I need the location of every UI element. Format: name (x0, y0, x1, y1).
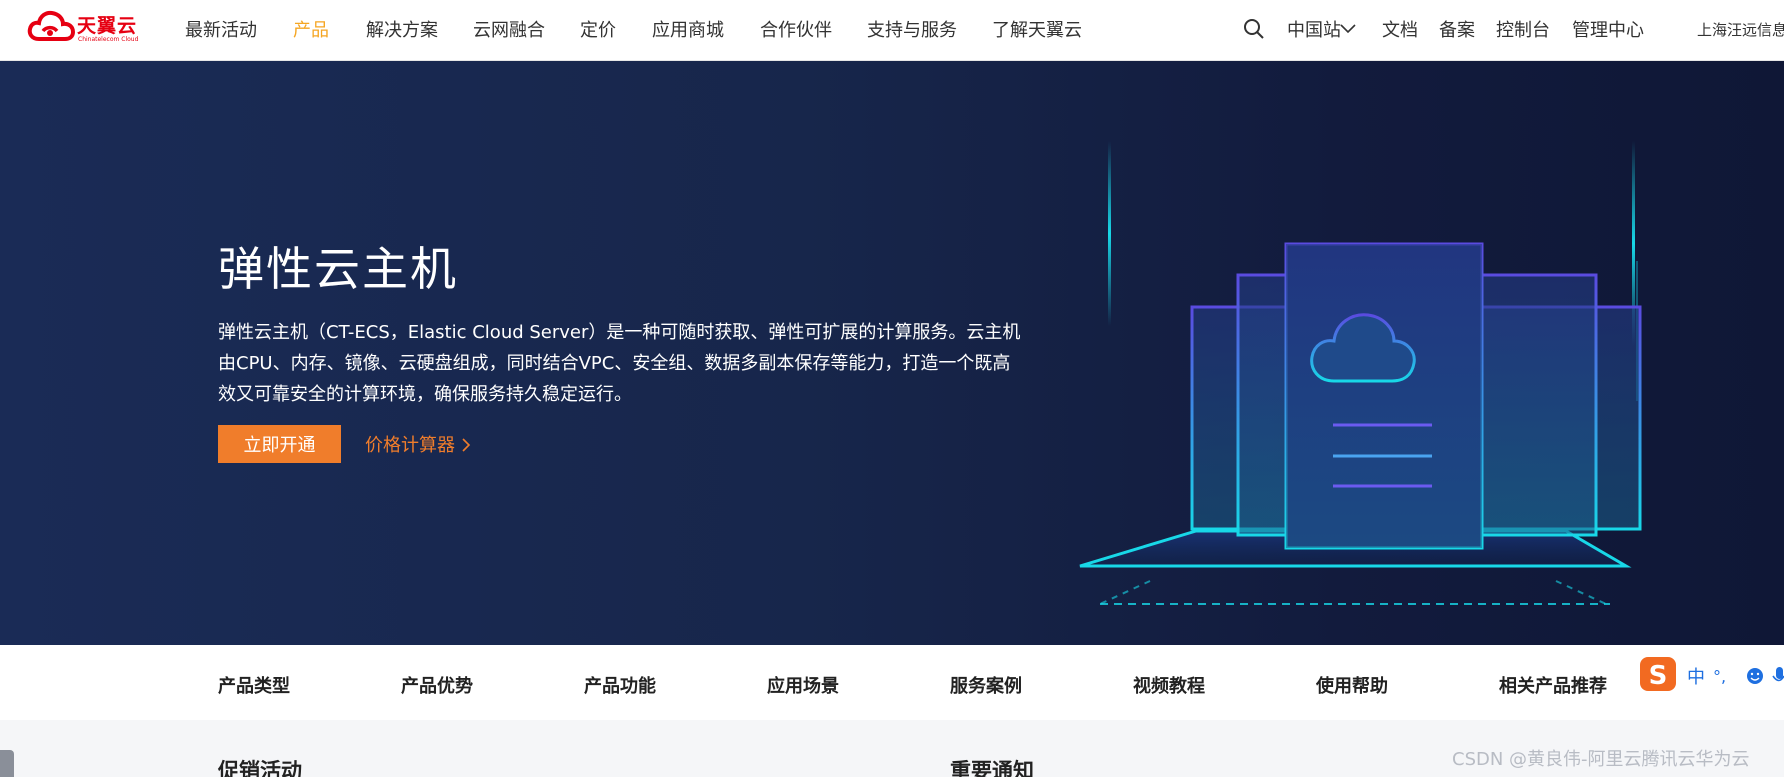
top-navbar: 天翼云 Chinatelecom Cloud 最新活动 产品 解决方案 云网融合… (0, 0, 1784, 61)
nav-item-cloud-network[interactable]: 云网融合 (473, 16, 545, 42)
brand-name: 天翼云 (77, 15, 138, 37)
nav-item-solutions[interactable]: 解决方案 (366, 16, 438, 42)
hero-banner: 弹性云主机 弹性云主机（CT-ECS，Elastic Cloud Server）… (0, 61, 1784, 645)
tab-use-cases[interactable]: 应用场景 (767, 672, 839, 698)
nav-link-filing[interactable]: 备案 (1439, 16, 1475, 42)
user-account-name[interactable]: 上海汪远信息 (1697, 19, 1784, 40)
tab-product-features[interactable]: 产品功能 (584, 672, 656, 698)
watermark-text: CSDN @黄良伟-阿里云腾讯云华为云 (1452, 749, 1750, 770)
activate-now-button[interactable]: 立即开通 (218, 425, 341, 463)
nav-item-support[interactable]: 支持与服务 (867, 16, 957, 42)
server-illustration (1079, 141, 1642, 605)
ime-punct-indicator[interactable]: °, (1713, 667, 1726, 686)
sogou-logo-icon[interactable]: S (1640, 657, 1676, 691)
brand-logo[interactable]: 天翼云 Chinatelecom Cloud (27, 9, 147, 49)
promotions-heading: 促销活动 (218, 759, 302, 777)
chevron-right-icon[interactable] (461, 438, 471, 452)
nav-item-activities[interactable]: 最新活动 (185, 16, 257, 42)
side-handle[interactable] (0, 750, 14, 777)
nav-link-console[interactable]: 控制台 (1496, 16, 1550, 42)
price-calculator-link[interactable]: 价格计算器 (365, 431, 455, 457)
nav-item-pricing[interactable]: 定价 (580, 16, 616, 42)
microphone-icon[interactable] (1772, 667, 1784, 682)
nav-item-products[interactable]: 产品 (293, 16, 329, 42)
svg-text:S: S (1649, 661, 1668, 691)
notices-heading: 重要通知 (950, 759, 1034, 777)
tab-product-types[interactable]: 产品类型 (218, 672, 290, 698)
chevron-down-icon[interactable] (1340, 22, 1356, 34)
nav-link-docs[interactable]: 文档 (1382, 16, 1418, 42)
tab-customer-cases[interactable]: 服务案例 (950, 672, 1022, 698)
station-selector[interactable]: 中国站 (1287, 16, 1341, 42)
ime-toolbar[interactable]: S 中 °, (1638, 655, 1784, 695)
tab-product-advantages[interactable]: 产品优势 (401, 672, 473, 698)
tab-related-products[interactable]: 相关产品推荐 (1499, 672, 1607, 698)
page-title: 弹性云主机 (218, 242, 458, 296)
cloud-logo-icon (27, 10, 75, 41)
tab-video-tutorials[interactable]: 视频教程 (1133, 672, 1205, 698)
nav-item-app-store[interactable]: 应用商城 (652, 16, 724, 42)
nav-item-about[interactable]: 了解天翼云 (992, 16, 1082, 42)
product-description: 弹性云主机（CT-ECS，Elastic Cloud Server）是一种可随时… (218, 322, 1021, 405)
nav-link-admin-center[interactable]: 管理中心 (1572, 16, 1644, 42)
search-icon[interactable] (1243, 18, 1265, 40)
product-subnav: 产品类型 产品优势 产品功能 应用场景 服务案例 视频教程 使用帮助 相关产品推… (0, 645, 1784, 720)
ime-mode-indicator[interactable]: 中 (1687, 667, 1705, 688)
nav-item-partners[interactable]: 合作伙伴 (760, 16, 832, 42)
tab-help[interactable]: 使用帮助 (1316, 672, 1388, 698)
emoji-icon[interactable] (1747, 668, 1763, 684)
brand-subtitle: Chinatelecom Cloud (78, 36, 139, 43)
